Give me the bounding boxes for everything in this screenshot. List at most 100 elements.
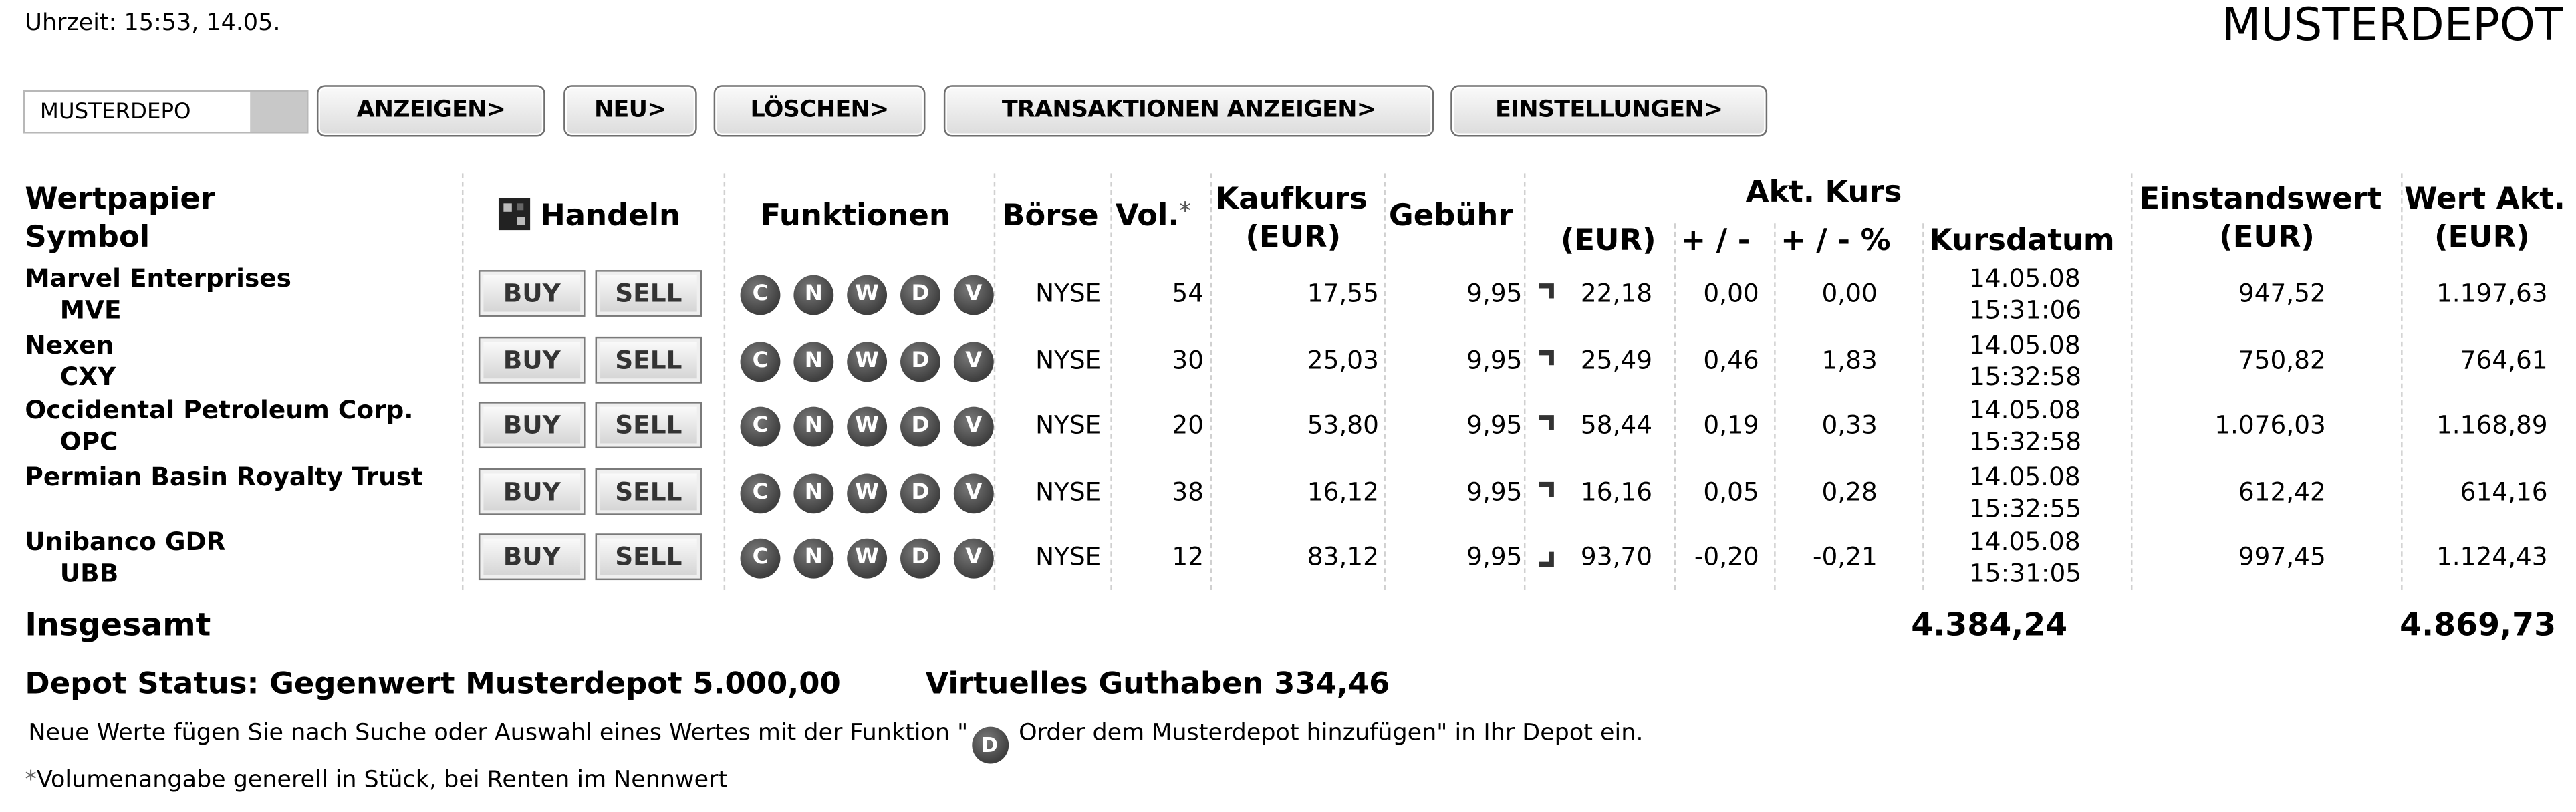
function-v-icon[interactable]: V [953,341,994,381]
depot-select[interactable]: MUSTERDEPO [23,90,309,134]
kaufkurs: 17,55 [1307,278,1379,309]
buy-button[interactable]: BUY [478,533,586,581]
security-symbol: UBB [59,558,119,589]
column-divider [723,173,726,591]
volume: 30 [1172,344,1204,375]
buy-button[interactable]: BUY [478,270,586,317]
function-v-icon[interactable]: V [953,406,994,447]
header-handeln: Handeln [540,198,681,234]
security-name[interactable]: Occidental Petroleum Corp. [25,395,413,425]
footnote-star: * [25,767,37,794]
kurs-date: 14.05.08 [1969,395,2081,426]
loeschen-button[interactable]: LÖSCHEN> [713,85,926,137]
header-gebuehr: Gebühr [1388,198,1513,234]
kurs-diff: 0,00 [1703,278,1759,309]
function-c-icon[interactable]: C [740,341,781,381]
kurs-date: 14.05.08 [1969,527,2081,557]
akt-kurs: 58,44 [1580,410,1653,440]
function-d-icon[interactable]: D [900,406,940,447]
header-akt-eur: (EUR) [1560,223,1656,259]
trend-up-icon [1533,283,1554,303]
column-divider [1674,223,1676,591]
buy-button[interactable]: BUY [478,402,586,449]
info-note-before: Neue Werte fügen Sie nach Suche oder Aus… [28,720,969,747]
security-name[interactable]: Unibanco GDR [25,527,225,557]
akt-kurs: 93,70 [1580,541,1653,572]
sell-button[interactable]: SELL [595,467,702,515]
function-c-icon[interactable]: C [740,406,781,447]
einstellungen-button[interactable]: EINSTELLUNGEN> [1450,85,1768,137]
musterdepot-page: Uhrzeit: 15:53, 14.05. MUSTERDEPOT MUSTE… [0,0,2576,812]
function-n-icon[interactable]: N [793,275,834,315]
function-w-icon[interactable]: W [847,472,888,513]
info-note: Neue Werte fügen Sie nach Suche oder Aus… [28,720,1643,764]
page-title: MUSTERDEPOT [2222,0,2563,52]
kaufkurs: 25,03 [1307,344,1379,375]
kurs-time: 15:32:58 [1969,361,2082,391]
function-d-icon[interactable]: D [900,275,940,315]
function-v-icon[interactable]: V [953,472,994,513]
header-kaufkurs-unit: (EUR) [1245,220,1341,255]
wert-akt: 764,61 [2460,344,2548,375]
function-w-icon[interactable]: W [847,538,888,579]
column-divider [1384,173,1386,591]
info-note-after: Order dem Musterdepot hinzufügen" in Ihr… [1011,720,1644,747]
sell-button[interactable]: SELL [595,335,702,383]
function-n-icon[interactable]: N [793,406,834,447]
totals-wert: 4.869,73 [2400,606,2557,644]
transaktionen-button[interactable]: TRANSAKTIONEN ANZEIGEN> [943,85,1434,137]
security-name[interactable]: Nexen [25,329,114,360]
einstandswert: 612,42 [2238,476,2326,507]
kurs-date: 14.05.08 [1969,460,2081,491]
gebuehr: 9,95 [1466,278,1523,309]
header-kaufkurs: Kaufkurs [1215,181,1368,217]
neu-button[interactable]: NEU> [563,85,697,137]
kurs-diff-pct: 0,33 [1821,410,1878,440]
trend-down-icon [1533,547,1554,567]
kurs-time: 15:31:05 [1969,558,2082,589]
exchange: NYSE [1035,541,1102,572]
sell-button[interactable]: SELL [595,533,702,581]
kurs-diff: 0,46 [1703,344,1759,375]
security-name[interactable]: Marvel Enterprises [25,263,291,293]
gebuehr: 9,95 [1466,541,1523,572]
column-divider [1922,223,1924,591]
function-d-icon[interactable]: D [900,472,940,513]
security-name[interactable]: Permian Basin Royalty Trust [25,461,422,491]
function-v-icon[interactable]: V [953,538,994,579]
header-vol-star: * [1179,198,1191,225]
sell-button[interactable]: SELL [595,402,702,449]
buy-button[interactable]: BUY [478,467,586,515]
function-w-icon[interactable]: W [847,341,888,381]
header-kursdatum: Kursdatum [1929,223,2115,259]
akt-kurs: 25,49 [1580,344,1653,375]
kurs-diff-pct: -0,21 [1812,541,1878,572]
function-c-icon[interactable]: C [740,275,781,315]
wert-akt: 1.124,43 [2436,541,2548,572]
dropdown-arrow-icon[interactable] [250,92,307,132]
kurs-time: 15:31:06 [1969,295,2082,325]
volume: 54 [1172,278,1204,309]
function-n-icon[interactable]: N [793,472,834,513]
kurs-diff: -0,20 [1694,541,1759,572]
akt-kurs: 16,16 [1580,476,1653,507]
function-c-icon[interactable]: C [740,472,781,513]
function-c-icon[interactable]: C [740,538,781,579]
header-vol: Vol.* [1116,198,1191,233]
akt-kurs: 22,18 [1580,278,1653,309]
function-n-icon[interactable]: N [793,341,834,381]
volume-footnote: *Volumenangabe generell in Stück, bei Re… [25,767,727,793]
function-v-icon[interactable]: V [953,275,994,315]
kurs-diff-pct: 1,83 [1821,344,1878,375]
function-w-icon[interactable]: W [847,275,888,315]
header-funktionen: Funktionen [760,198,950,234]
header-wertpapier: Wertpapier [25,181,215,217]
function-d-icon[interactable]: D [900,538,940,579]
sell-button[interactable]: SELL [595,270,702,317]
column-divider [1210,173,1212,591]
function-n-icon[interactable]: N [793,538,834,579]
buy-button[interactable]: BUY [478,335,586,383]
function-w-icon[interactable]: W [847,406,888,447]
function-d-icon[interactable]: D [900,341,940,381]
anzeigen-button[interactable]: ANZEIGEN> [316,85,545,137]
